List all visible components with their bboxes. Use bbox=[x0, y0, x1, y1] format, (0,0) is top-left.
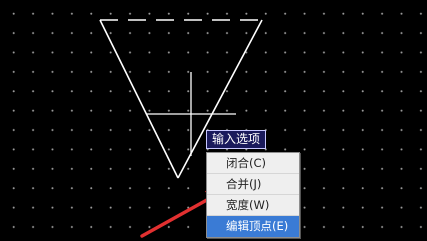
menu-item-edit-vertex[interactable]: 编辑顶点(E) bbox=[207, 216, 299, 237]
menu-item-close[interactable]: 闭合(C) bbox=[207, 153, 299, 174]
options-menu: 闭合(C) 合并(J) 宽度(W) 编辑顶点(E) bbox=[206, 152, 300, 238]
triangle-left-edge bbox=[99, 19, 179, 179]
menu-item-width[interactable]: 宽度(W) bbox=[207, 195, 299, 216]
input-prompt: 输入选项 bbox=[206, 130, 267, 149]
menu-item-join[interactable]: 合并(J) bbox=[207, 174, 299, 195]
